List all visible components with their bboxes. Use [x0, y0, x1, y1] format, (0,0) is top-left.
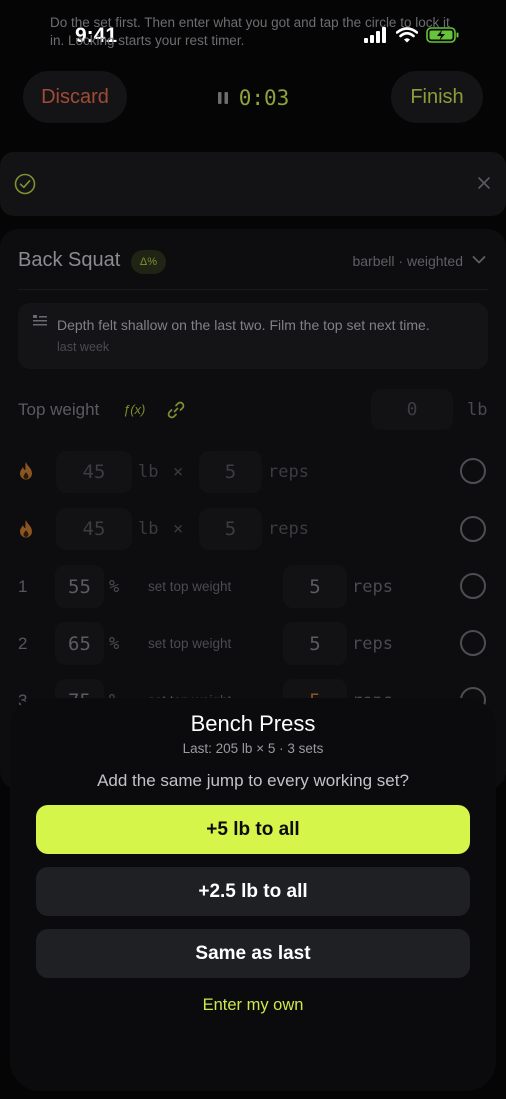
formula-button[interactable]: ƒ(x) — [123, 402, 145, 417]
set-reps-input[interactable]: 5 — [283, 622, 347, 665]
pause-icon — [217, 92, 228, 104]
set-top-weight-hint: set top weight — [148, 636, 232, 651]
weight-unit: lb — [138, 519, 159, 539]
link-icon[interactable] — [166, 400, 186, 420]
finish-button[interactable]: Finish — [391, 71, 483, 123]
set-number: 2 — [18, 634, 28, 653]
flame-icon — [20, 520, 32, 538]
enter-my-own-link[interactable]: Enter my own — [0, 996, 506, 1015]
top-weight-unit: lb — [467, 400, 488, 420]
reps-unit: reps — [268, 519, 309, 539]
sheet-subtitle: Last: 205 lb × 5 · 3 sets — [182, 741, 324, 756]
reps-unit: reps — [268, 462, 309, 482]
set-number: 1 — [18, 577, 28, 596]
top-weight-label: Top weight — [18, 400, 100, 419]
add-2-5lb-button[interactable]: +2.5 lb to all — [36, 867, 470, 916]
note-quote-icon — [33, 315, 47, 326]
set-complete-toggle[interactable] — [460, 458, 486, 484]
percent-unit: % — [109, 634, 120, 654]
tip-banner — [0, 152, 506, 216]
check-circle-icon — [14, 173, 36, 195]
set-reps-input[interactable]: 5 — [283, 565, 347, 608]
percent-unit: % — [109, 577, 120, 597]
set-complete-toggle[interactable] — [460, 516, 486, 542]
reps-unit: reps — [352, 634, 393, 654]
close-icon[interactable] — [476, 175, 492, 191]
weight-unit: lb — [138, 462, 159, 482]
times-symbol: × — [173, 519, 184, 539]
set-percent-input[interactable]: 65 — [55, 622, 104, 665]
reps-unit: reps — [352, 577, 393, 597]
delta-percent-badge[interactable]: Δ% — [131, 250, 166, 274]
chevron-down-icon[interactable] — [472, 255, 486, 265]
set-complete-toggle[interactable] — [460, 573, 486, 599]
warmup-weight-input[interactable]: 45 — [56, 508, 132, 550]
exercise-title[interactable]: Back Squat — [18, 249, 120, 272]
divider — [18, 289, 488, 290]
same-as-last-button[interactable]: Same as last — [36, 929, 470, 978]
top-weight-input[interactable]: 0 — [371, 389, 453, 430]
exercise-meta: barbell · weighted — [352, 253, 463, 269]
note-timestamp: last week — [57, 340, 110, 354]
sheet-question: Add the same jump to every working set? — [97, 771, 409, 790]
warmup-reps-input[interactable]: 5 — [199, 451, 262, 493]
times-symbol: × — [173, 462, 184, 482]
sheet-title: Bench Press — [190, 711, 316, 736]
timer-value: 0:03 — [238, 86, 290, 110]
set-complete-toggle[interactable] — [460, 630, 486, 656]
add-5lb-button[interactable]: +5 lb to all — [36, 805, 470, 854]
warmup-weight-input[interactable]: 45 — [56, 451, 132, 493]
note-text: Depth felt shallow on the last two. Film… — [57, 317, 430, 333]
set-top-weight-hint: set top weight — [148, 579, 232, 594]
warmup-reps-input[interactable]: 5 — [199, 508, 262, 550]
set-percent-input[interactable]: 55 — [55, 565, 104, 608]
note-card — [18, 303, 488, 369]
flame-icon — [20, 462, 32, 480]
tip-text: Do the set first. Then enter what you go… — [50, 15, 450, 48]
